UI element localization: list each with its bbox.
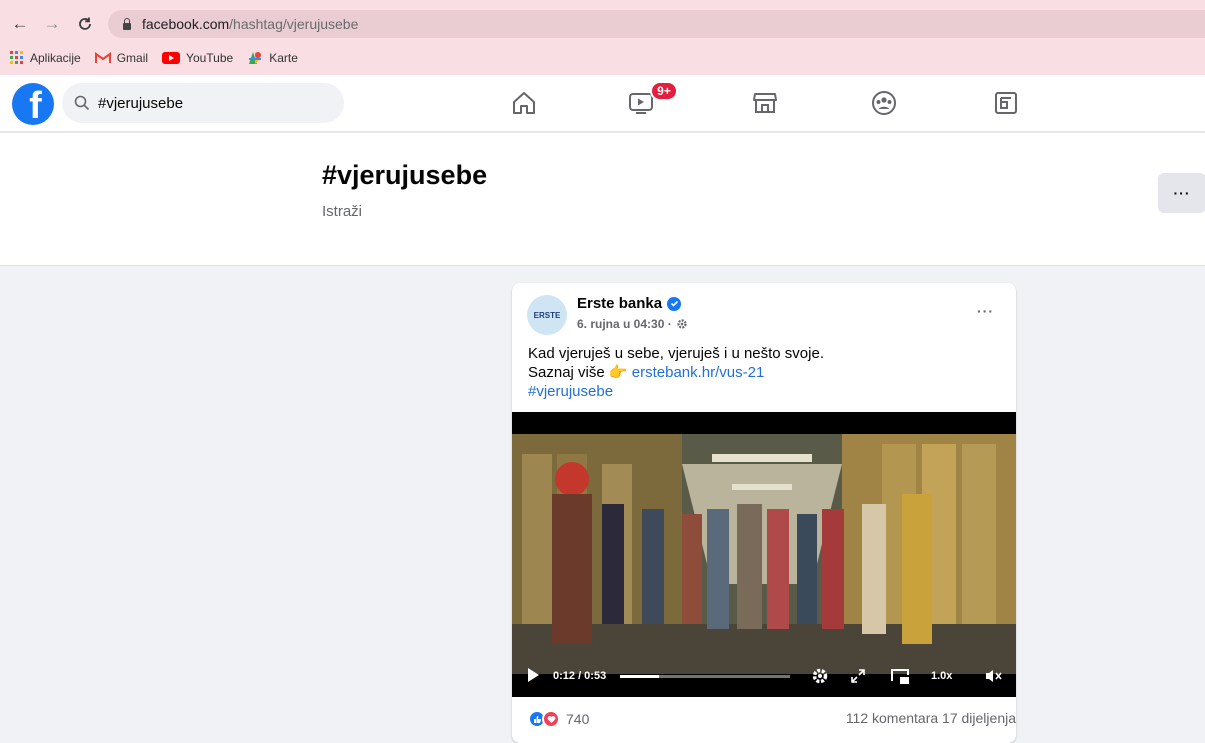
forward-button[interactable]: → — [42, 14, 62, 34]
groups-icon — [872, 91, 896, 115]
bookmark-apps[interactable]: Aplikacije — [10, 51, 81, 65]
bookmark-youtube[interactable]: YouTube — [162, 51, 233, 65]
home-icon — [513, 92, 535, 114]
address-bar[interactable]: facebook.com/hashtag/vjerujusebe — [108, 10, 1205, 38]
post-timestamp[interactable]: 6. rujna u 04:30 · — [577, 317, 672, 331]
mute-button[interactable] — [984, 667, 1004, 685]
verified-badge-icon — [667, 296, 682, 311]
more-options-button[interactable]: ··· — [1158, 173, 1205, 213]
gmail-icon — [94, 52, 111, 64]
nav-groups[interactable] — [870, 89, 898, 117]
post-meta: 6. rujna u 04:30 · — [577, 317, 688, 331]
post-card: ERSTE Erste banka 6. rujna u 04:30 · ···… — [512, 283, 1016, 743]
url-path: /hashtag/vjerujusebe — [229, 16, 359, 32]
youtube-icon — [162, 52, 181, 64]
post-link[interactable]: erstebank.hr/vus-21 — [632, 364, 765, 381]
video-progress-bar[interactable] — [620, 675, 790, 678]
nav-marketplace[interactable] — [751, 89, 779, 117]
marketplace-icon — [753, 93, 777, 113]
page-title: #vjerujusebe — [322, 160, 488, 190]
gear-icon — [677, 319, 687, 329]
settings-gear-icon — [812, 668, 828, 684]
video-time: 0:12 / 0:53 — [553, 670, 607, 682]
post-text-line: Saznaj više 👉 erstebank.hr/vus-21 — [528, 363, 824, 382]
video-frame[interactable] — [512, 434, 1016, 674]
gaming-icon — [995, 92, 1017, 114]
play-icon[interactable] — [528, 668, 539, 682]
video-player[interactable]: 0:12 / 0:53 1.0x — [512, 412, 1016, 697]
volume-muted-icon — [986, 670, 1002, 682]
browser-toolbar: ← → facebook.com/hashtag/vjerujusebe — [0, 6, 1205, 40]
facebook-logo[interactable]: f — [12, 83, 54, 125]
expand-icon — [851, 669, 865, 683]
video-scene-image — [512, 434, 1016, 674]
post-text: Kad vjeruješ u sebe, vjeruješ i u nešto … — [528, 344, 824, 401]
bookmark-label: YouTube — [186, 51, 234, 65]
love-reaction-icon — [542, 710, 560, 728]
watch-notification-badge: 9+ — [650, 81, 678, 101]
post-text-prefix: Saznaj više — [528, 364, 605, 381]
back-button[interactable]: ← — [10, 14, 30, 34]
nav-gaming[interactable] — [992, 89, 1020, 117]
post-hashtag-link[interactable]: #vjerujusebe — [528, 382, 824, 401]
url-domain: facebook.com — [142, 16, 230, 32]
post-author[interactable]: Erste banka — [577, 295, 682, 312]
pointing-hand-icon: 👉 — [608, 364, 628, 381]
avatar[interactable]: ERSTE — [527, 295, 567, 335]
reaction-count: 740 — [566, 711, 590, 727]
settings-button[interactable] — [810, 667, 830, 685]
bookmark-label: Gmail — [116, 51, 149, 65]
bookmark-label: Karte — [269, 51, 298, 65]
browser-chrome: ← → facebook.com/hashtag/vjerujusebe Apl… — [0, 0, 1205, 75]
hashtag-header: #vjerujusebe Istraži ··· — [0, 133, 1205, 266]
bookmark-maps[interactable]: Karte — [247, 50, 298, 66]
reaction-summary[interactable]: 740 — [528, 710, 589, 728]
picture-in-picture-button[interactable] — [890, 667, 910, 685]
picture-in-picture-icon — [891, 669, 909, 684]
video-progress-fill — [620, 675, 660, 678]
reload-button[interactable] — [75, 14, 95, 34]
page-subtitle: Istraži — [322, 203, 363, 220]
post-more-button[interactable]: ··· — [977, 303, 994, 319]
bookmarks-bar: Aplikacije Gmail YouTube Karte — [0, 46, 1205, 70]
search-box[interactable] — [62, 83, 344, 123]
bookmark-gmail[interactable]: Gmail — [94, 51, 149, 65]
facebook-logo-icon: f — [29, 85, 42, 125]
post-text-line: Kad vjeruješ u sebe, vjeruješ i u nešto … — [528, 345, 824, 362]
author-name: Erste banka — [577, 295, 663, 312]
video-controls: 0:12 / 0:53 1.0x — [512, 655, 1016, 697]
fullscreen-button[interactable] — [848, 667, 868, 685]
bookmark-label: Aplikacije — [30, 51, 81, 65]
facebook-header: f — [0, 75, 1205, 132]
post-footer: 740 112 komentara 17 dijeljenja — [512, 703, 1016, 733]
apps-grid-icon — [10, 51, 24, 65]
search-icon — [74, 95, 90, 111]
reload-icon — [79, 17, 91, 30]
playback-speed[interactable]: 1.0x — [931, 670, 952, 682]
avatar-logo-text: ERSTE — [533, 310, 561, 320]
nav-home[interactable] — [510, 89, 538, 117]
search-input[interactable] — [98, 94, 318, 112]
lock-icon — [122, 18, 132, 30]
maps-icon — [247, 50, 263, 66]
comments-shares-count[interactable]: 112 komentara 17 dijeljenja — [846, 710, 1016, 726]
